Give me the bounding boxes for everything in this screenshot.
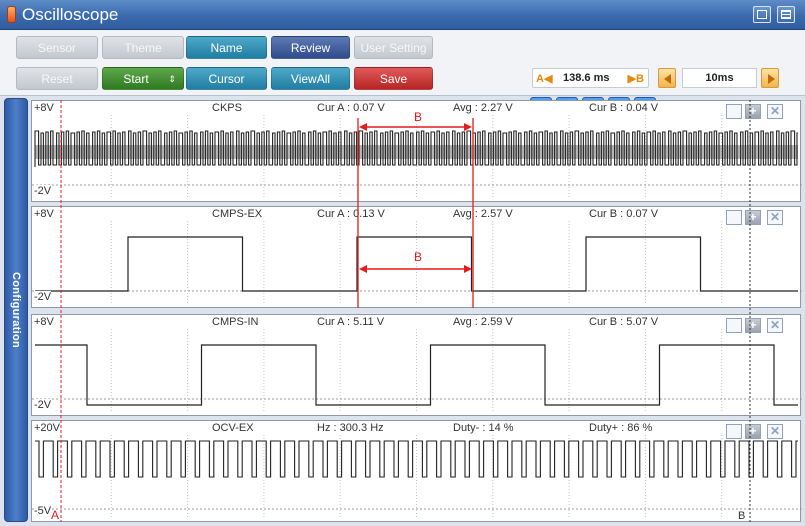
- scale-bottom-mark: -5V: [34, 505, 52, 517]
- user-setting-button[interactable]: User Setting: [354, 36, 433, 59]
- name-button[interactable]: Name: [186, 36, 267, 59]
- app-icon: [7, 6, 16, 23]
- theme-button-label: Theme: [124, 41, 162, 55]
- review-button[interactable]: Review: [271, 36, 350, 59]
- plus-icon: +: [749, 104, 757, 118]
- measurement-2: Avg : 2.57 V: [453, 208, 513, 220]
- viewall-button-label: ViewAll: [290, 72, 331, 86]
- restore-window-button[interactable]: [753, 6, 771, 23]
- measurement-1: Cur A : 5.11 V: [317, 316, 385, 328]
- select-checkbox[interactable]: [726, 318, 742, 333]
- window-title: Oscilloscope: [22, 5, 119, 24]
- timebase-decrease-button[interactable]: [658, 68, 676, 88]
- plus-icon: +: [749, 424, 757, 438]
- add-channel-button[interactable]: +: [745, 318, 761, 333]
- restore-icon: [757, 10, 767, 19]
- scale-top-mark: +8V: [34, 102, 54, 114]
- scale-top-mark: +8V: [34, 208, 54, 220]
- cursor-button[interactable]: Cursor: [186, 67, 267, 90]
- sensor-button[interactable]: Sensor: [16, 36, 98, 59]
- scale-bottom-mark: -2V: [34, 291, 52, 303]
- save-button[interactable]: Save: [354, 67, 433, 90]
- left-arrow-icon: [664, 74, 671, 84]
- measurement-3: Duty+ : 86 %: [589, 422, 653, 434]
- measurement-1: Cur A : 0.13 V: [317, 208, 385, 220]
- measurement-2: Avg : 2.27 V: [453, 102, 513, 114]
- close-channel-button[interactable]: ✕: [767, 318, 783, 333]
- close-icon: ✕: [769, 210, 781, 224]
- close-icon: ✕: [769, 424, 781, 438]
- timebase-increase-button[interactable]: [761, 68, 779, 88]
- theme-button[interactable]: Theme: [102, 36, 184, 59]
- review-button-label: Review: [290, 41, 331, 55]
- menu-icon: [781, 10, 791, 19]
- channel-name: CMPS-IN: [212, 316, 259, 328]
- waveform-plot-ocv-ex: [32, 435, 802, 519]
- save-button-label: Save: [379, 72, 408, 86]
- menu-button[interactable]: [777, 6, 795, 23]
- viewall-button[interactable]: ViewAll: [271, 67, 350, 90]
- measurement-2: Duty- : 14 %: [453, 422, 514, 434]
- start-mode-spinner-icon[interactable]: ⇕: [168, 68, 176, 90]
- interval-label-cmps-ex: B: [414, 250, 423, 264]
- cursor-b-label: ▶B: [627, 73, 644, 85]
- user-setting-button-label: User Setting: [360, 41, 427, 55]
- sensor-button-label: Sensor: [37, 41, 77, 55]
- select-checkbox[interactable]: [726, 210, 742, 225]
- measurement-1: Cur A : 0.07 V: [317, 102, 385, 114]
- channel-panel-cmps-in[interactable]: +8V -2V CMPS-IN Cur A : 5.11 V Avg : 2.59 V C…: [31, 314, 802, 416]
- waveform-plot-cmps-in: [32, 329, 802, 413]
- close-icon: ✕: [769, 104, 781, 118]
- title-bar: Oscilloscope: [0, 0, 805, 30]
- measurement-2: Avg : 2.59 V: [453, 316, 513, 328]
- toolbar: Sensor Theme Name Review User Setting Reset S…: [0, 30, 805, 118]
- select-checkbox[interactable]: [726, 424, 742, 439]
- reset-button-label: Reset: [41, 72, 73, 86]
- add-channel-button[interactable]: +: [745, 424, 761, 439]
- reset-button[interactable]: Reset: [16, 67, 98, 90]
- name-button-label: Name: [210, 41, 243, 55]
- measurement-3: Cur B : 5.07 V: [589, 316, 659, 328]
- scale-top-mark: +20V: [34, 422, 60, 434]
- timebase-value: 10ms: [682, 68, 757, 88]
- scale-bottom-mark: -2V: [34, 185, 52, 197]
- cursor-interval-value: 138.6 ms: [563, 72, 610, 84]
- scale-bottom-mark: -2V: [34, 399, 52, 411]
- cursor-a-marker[interactable]: A: [51, 508, 59, 522]
- close-icon: ✕: [769, 318, 781, 332]
- interval-label-ckps: B: [414, 110, 423, 124]
- configuration-tab[interactable]: Configuration: [4, 98, 28, 522]
- measurement-3: Cur B : 0.04 V: [589, 102, 659, 114]
- channel-panel-ocv-ex[interactable]: +20V -5V OCV-EX Hz : 300.3 Hz Duty- : 14 % Du…: [31, 420, 802, 522]
- measurement-1: Hz : 300.3 Hz: [317, 422, 384, 434]
- add-channel-button[interactable]: +: [745, 210, 761, 225]
- cursor-a-label: A◀: [536, 73, 553, 85]
- start-button[interactable]: Start ⇕: [102, 67, 184, 90]
- configuration-tab-label: Configuration: [10, 272, 22, 348]
- scale-top-mark: +8V: [34, 316, 54, 328]
- cursor-button-label: Cursor: [208, 72, 245, 86]
- channel-name: CKPS: [212, 102, 242, 114]
- close-channel-button[interactable]: ✕: [767, 424, 783, 439]
- add-channel-button[interactable]: +: [745, 104, 761, 119]
- plus-icon: +: [749, 210, 757, 224]
- close-channel-button[interactable]: ✕: [767, 104, 783, 119]
- select-checkbox[interactable]: [726, 104, 742, 119]
- close-channel-button[interactable]: ✕: [767, 210, 783, 225]
- channel-name: OCV-EX: [212, 422, 254, 434]
- measurement-3: Cur B : 0.07 V: [589, 208, 659, 220]
- right-arrow-icon: [768, 74, 775, 84]
- start-button-label: Start: [123, 72, 149, 86]
- cursor-interval-readout: A◀ 138.6 ms ▶B: [532, 68, 649, 88]
- plus-icon: +: [749, 318, 757, 332]
- cursor-b-marker[interactable]: B: [738, 510, 745, 522]
- channel-name: CMPS-EX: [212, 208, 263, 220]
